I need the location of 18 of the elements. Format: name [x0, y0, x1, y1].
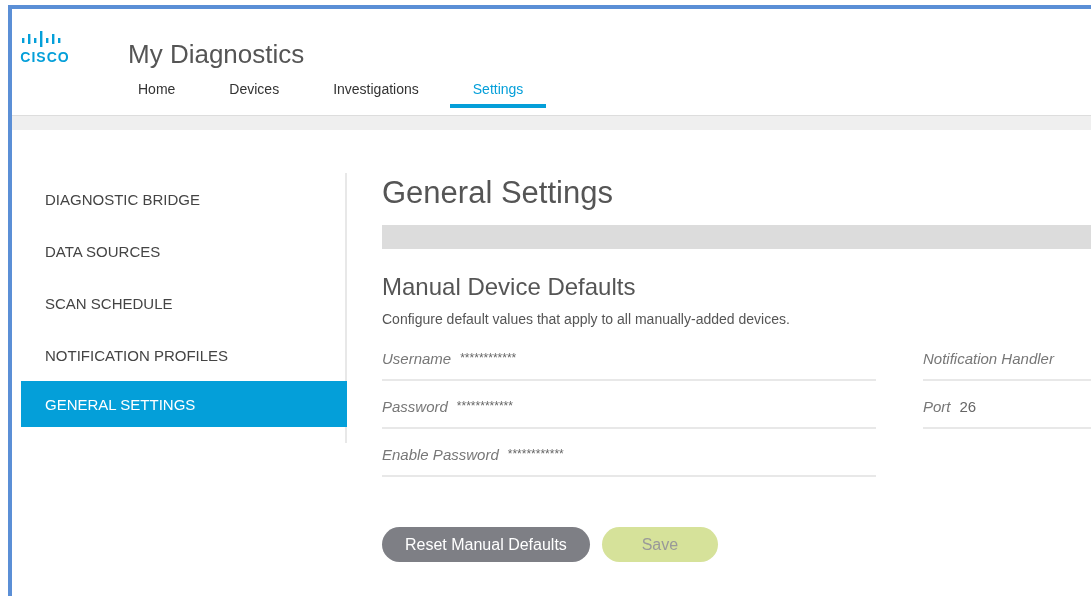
nav-tab[interactable]: Investigations	[310, 77, 442, 108]
page-title: General Settings	[382, 174, 614, 212]
nav-tab[interactable]: Home	[115, 77, 199, 108]
sidebar-item[interactable]: NOTIFICATION PROFILES	[21, 329, 345, 381]
sidebar-item[interactable]: SCAN SCHEDULE	[21, 277, 345, 329]
input-field[interactable]: Port 26	[923, 381, 1091, 429]
input-field[interactable]: Password ************	[382, 381, 876, 429]
nav-tab[interactable]: Devices	[206, 77, 303, 108]
app-title: My Diagnostics	[128, 39, 306, 69]
reset-button[interactable]: Reset Manual Defaults	[382, 527, 590, 562]
input-field[interactable]: Username ************	[382, 333, 876, 381]
sidebar-item[interactable]: DATA SOURCES	[21, 225, 345, 277]
section-description: Configure default values that apply to all manually-added devices.	[382, 311, 791, 327]
logo-text: CISCO	[20, 49, 70, 65]
input-field[interactable]: Enable Password ************	[382, 429, 876, 477]
section-title: Manual Device Defaults	[382, 272, 637, 302]
input-field[interactable]: Notification Handler	[923, 333, 1091, 381]
sidebar-item[interactable]: DIAGNOSTIC BRIDGE	[21, 173, 345, 225]
